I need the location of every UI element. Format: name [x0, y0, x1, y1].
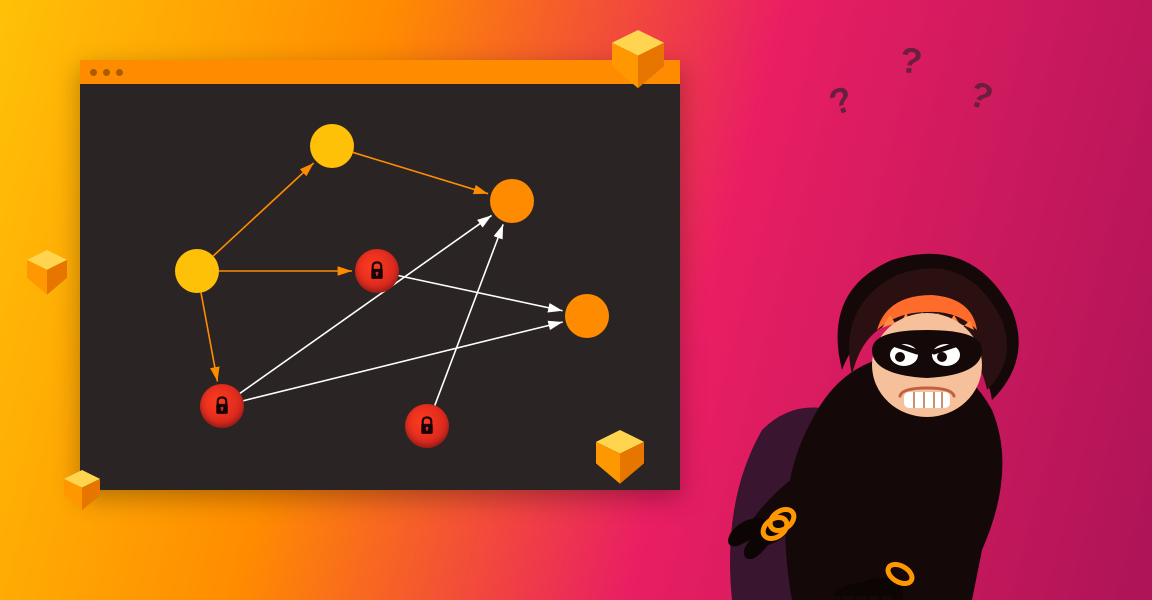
graph-node: [310, 124, 354, 168]
graph-edge: [243, 322, 562, 401]
locked-node-icon: [405, 404, 449, 448]
browser-titlebar: [80, 60, 680, 84]
graph-edge: [353, 152, 488, 193]
traffic-light-icon: [116, 69, 123, 76]
graph-edge: [399, 276, 563, 311]
traffic-light-icon: [90, 69, 97, 76]
cube-icon: [596, 430, 644, 484]
browser-window: [80, 60, 680, 490]
graph-edge: [201, 293, 217, 382]
graph-edge: [435, 224, 503, 405]
pupil-left: [895, 352, 905, 362]
cube-icon: [64, 470, 100, 510]
question-mark-icon: ?: [824, 78, 858, 125]
cube-icon: [27, 250, 67, 295]
question-mark-icon: ?: [963, 73, 998, 120]
graph-node: [490, 179, 534, 223]
hacker-illustration: [722, 170, 1062, 600]
graph-edge: [213, 163, 314, 256]
graph-node: [565, 294, 609, 338]
teeth: [904, 392, 950, 408]
pupil-right: [937, 352, 947, 362]
locked-node-icon: [200, 384, 244, 428]
locked-node-icon: [355, 249, 399, 293]
diagram-canvas: [80, 84, 680, 490]
question-mark-icon: ?: [897, 39, 925, 84]
graph-node: [175, 249, 219, 293]
graph-edge: [240, 215, 492, 393]
traffic-light-icon: [103, 69, 110, 76]
cube-icon: [612, 30, 664, 88]
